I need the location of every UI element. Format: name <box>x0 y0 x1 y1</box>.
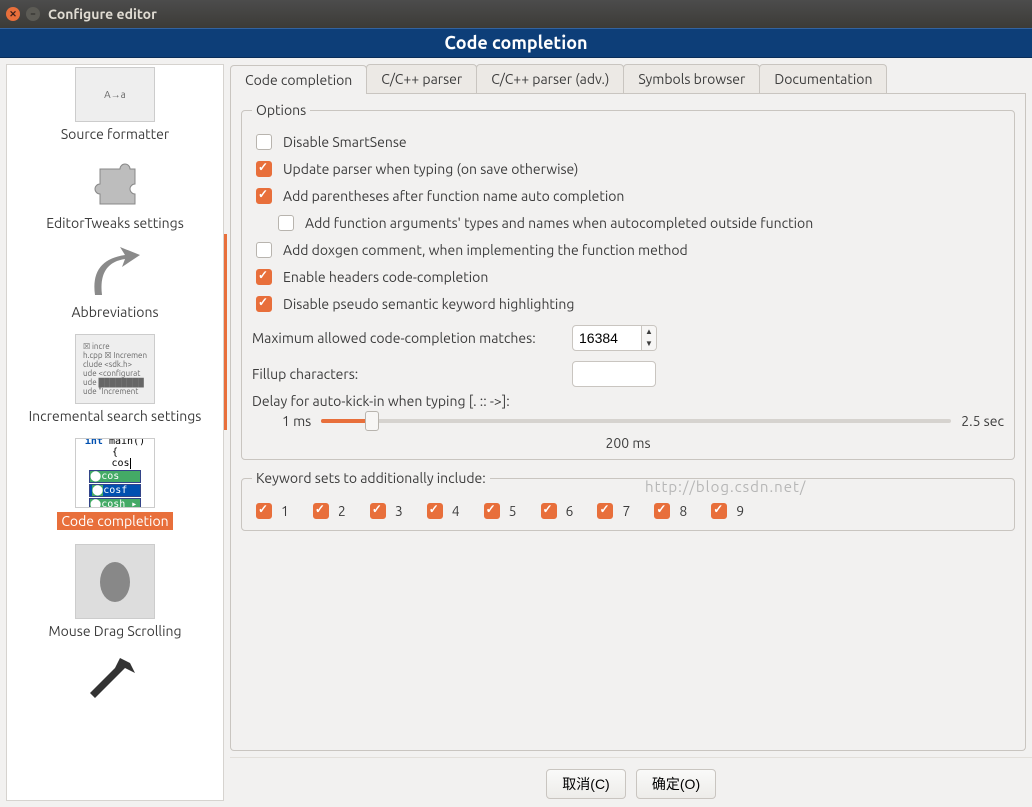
keyword-sets-group: Keyword sets to additionally include: 1 2… <box>241 470 1015 531</box>
sidebar-item-label: Incremental search settings <box>29 408 202 424</box>
dialog-button-row: 取消(C) 确定(O) <box>230 757 1032 807</box>
keyword-checkbox-3[interactable] <box>370 503 386 519</box>
keyword-set-2[interactable]: 2 <box>309 500 346 522</box>
ok-button[interactable]: 确定(O) <box>636 769 716 799</box>
delay-label: Delay for auto-kick-in when typing [. ::… <box>252 393 510 409</box>
slider-min-label: 1 ms <box>282 413 311 429</box>
keyword-checkbox-6[interactable] <box>541 503 557 519</box>
keyword-checkbox-1[interactable] <box>256 503 272 519</box>
window-close-button[interactable]: ✕ <box>6 7 20 21</box>
keyword-checkbox-8[interactable] <box>654 503 670 519</box>
keyword-set-3[interactable]: 3 <box>366 500 403 522</box>
arrow-curve-icon <box>75 245 155 300</box>
code-completion-icon: int main() { cos​ ⬤cos ⬤cosf ⬤cosh ▸ <box>75 438 155 508</box>
keyword-checkbox-2[interactable] <box>313 503 329 519</box>
keyword-set-8[interactable]: 8 <box>650 500 687 522</box>
update-parser-checkbox[interactable] <box>256 161 272 177</box>
sidebar-item-abbreviations[interactable]: Abbreviations <box>7 243 223 332</box>
keyword-set-4[interactable]: 4 <box>423 500 460 522</box>
sidebar-item-label: EditorTweaks settings <box>46 215 184 231</box>
keyword-label: 1 <box>281 503 289 519</box>
add-parentheses-checkbox[interactable] <box>256 188 272 204</box>
keyword-label: 5 <box>509 503 517 519</box>
keyword-label: 6 <box>566 503 574 519</box>
keyword-set-5[interactable]: 5 <box>480 500 517 522</box>
sidebar-item-mouse-drag[interactable]: Mouse Drag Scrolling <box>7 542 223 651</box>
sidebar-item-label: Abbreviations <box>71 304 158 320</box>
disable-smartsense-checkbox[interactable] <box>256 134 272 150</box>
sidebar-selection-marker <box>224 234 227 430</box>
puzzle-piece-icon <box>75 156 155 211</box>
keyword-set-7[interactable]: 7 <box>593 500 630 522</box>
sidebar-item-source-formatter[interactable]: A→a Source formatter <box>7 65 223 154</box>
sidebar-item-label: Source formatter <box>61 126 169 142</box>
max-matches-label: Maximum allowed code-completion matches: <box>252 330 564 346</box>
sidebar-item-editortweaks[interactable]: EditorTweaks settings <box>7 154 223 243</box>
keywords-legend: Keyword sets to additionally include: <box>252 470 490 486</box>
keyword-label: 8 <box>679 503 687 519</box>
checkbox-label: Disable SmartSense <box>283 134 407 150</box>
mouse-drag-icon <box>75 544 155 619</box>
window-titlebar: ✕ – Configure editor <box>0 0 1032 28</box>
sidebar-item-code-completion[interactable]: int main() { cos​ ⬤cos ⬤cosf ⬤cosh ▸ Cod… <box>7 436 223 542</box>
max-matches-input[interactable] <box>572 325 642 351</box>
keyword-checkbox-4[interactable] <box>427 503 443 519</box>
slider-value-label: 200 ms <box>252 435 1004 451</box>
source-formatter-icon: A→a <box>75 67 155 122</box>
keyword-set-1[interactable]: 1 <box>252 500 289 522</box>
checkbox-label: Update parser when typing (on save other… <box>283 161 578 177</box>
options-legend: Options <box>252 102 310 118</box>
settings-tabs: Code completion C/C++ parser C/C++ parse… <box>230 64 1026 94</box>
keyword-label: 9 <box>736 503 744 519</box>
window-title: Configure editor <box>48 6 157 22</box>
sidebar-item-next[interactable] <box>7 651 223 708</box>
keyword-set-9[interactable]: 9 <box>707 500 744 522</box>
fillup-label: Fillup characters: <box>252 366 564 382</box>
incremental-search-icon: ☒ increh.cpp ☒ Incremenclude <sdk.h>ude … <box>75 334 155 404</box>
delay-slider[interactable] <box>321 419 951 423</box>
sidebar-item-label: Code completion <box>57 512 172 530</box>
options-group: Options Disable SmartSense Update parser… <box>241 102 1015 460</box>
generic-tool-icon <box>75 653 155 708</box>
keyword-label: 2 <box>338 503 346 519</box>
sidebar-item-incremental-search[interactable]: ☒ increh.cpp ☒ Incremenclude <sdk.h>ude … <box>7 332 223 436</box>
tab-code-completion[interactable]: Code completion <box>230 65 367 94</box>
tab-c-parser[interactable]: C/C++ parser <box>366 64 477 93</box>
slider-thumb[interactable] <box>365 411 379 431</box>
keyword-label: 4 <box>452 503 460 519</box>
keyword-label: 7 <box>622 503 630 519</box>
add-arguments-checkbox[interactable] <box>278 215 294 231</box>
tab-c-parser-adv[interactable]: C/C++ parser (adv.) <box>476 64 624 93</box>
enable-headers-checkbox[interactable] <box>256 269 272 285</box>
tab-symbols-browser[interactable]: Symbols browser <box>623 64 760 93</box>
checkbox-label: Add parentheses after function name auto… <box>283 188 624 204</box>
cancel-button[interactable]: 取消(C) <box>546 769 626 799</box>
checkbox-label: Add doxgen comment, when implementing th… <box>283 242 688 258</box>
slider-max-label: 2.5 sec <box>961 413 1004 429</box>
sidebar-item-label: Mouse Drag Scrolling <box>48 623 181 639</box>
dialog-banner: Code completion <box>0 28 1032 58</box>
keyword-checkbox-7[interactable] <box>597 503 613 519</box>
keyword-set-6[interactable]: 6 <box>537 500 574 522</box>
window-minimize-button[interactable]: – <box>26 7 40 21</box>
checkbox-label: Disable pseudo semantic keyword highligh… <box>283 296 574 312</box>
tab-documentation[interactable]: Documentation <box>759 64 887 93</box>
spin-up-button[interactable]: ▲ <box>642 326 656 338</box>
add-doxygen-checkbox[interactable] <box>256 242 272 258</box>
category-sidebar[interactable]: A→a Source formatter EditorTweaks settin… <box>6 64 224 801</box>
spin-down-button[interactable]: ▼ <box>642 338 656 350</box>
disable-pseudo-checkbox[interactable] <box>256 296 272 312</box>
checkbox-label: Add function arguments' types and names … <box>305 215 813 231</box>
keyword-checkbox-5[interactable] <box>484 503 500 519</box>
keyword-checkbox-9[interactable] <box>711 503 727 519</box>
keyword-label: 3 <box>395 503 403 519</box>
fillup-input[interactable] <box>572 361 656 387</box>
checkbox-label: Enable headers code-completion <box>283 269 488 285</box>
